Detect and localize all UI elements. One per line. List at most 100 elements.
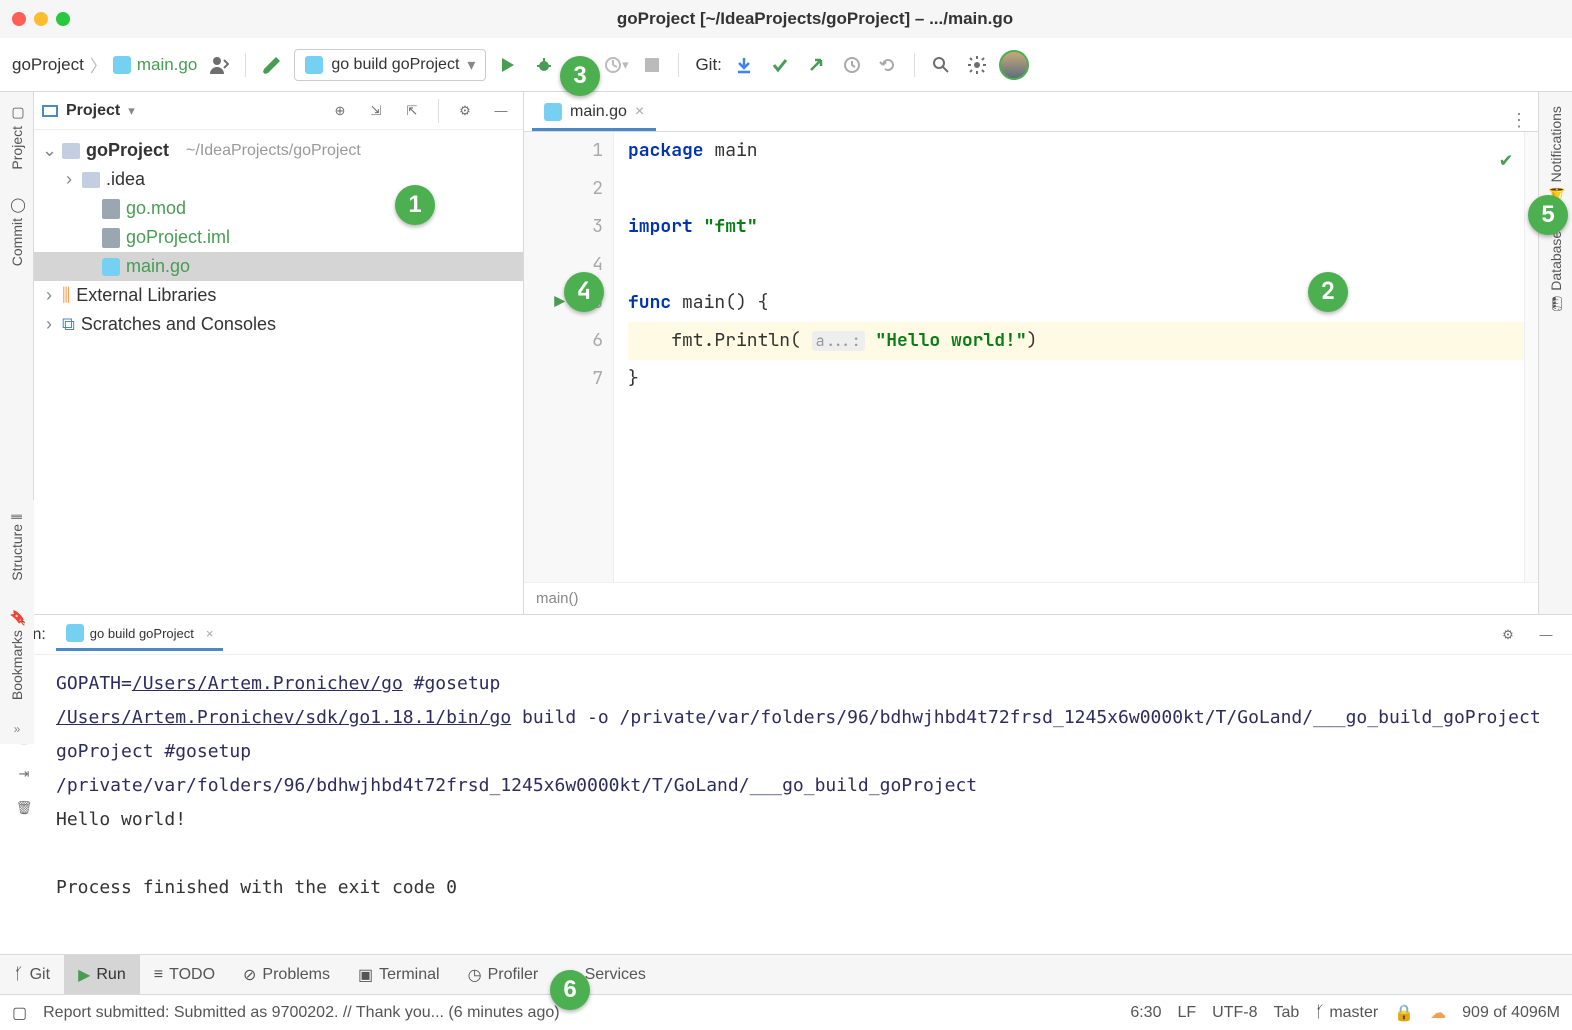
tree-gomod[interactable]: go.mod bbox=[34, 194, 523, 223]
git-history-button[interactable] bbox=[838, 51, 866, 79]
rail-database[interactable]: 🛢 Database bbox=[1546, 225, 1566, 319]
check-icon[interactable]: ✔ bbox=[1500, 140, 1512, 178]
close-icon[interactable]: × bbox=[206, 626, 214, 641]
divider bbox=[914, 53, 915, 77]
tree-iml[interactable]: goProject.iml bbox=[34, 223, 523, 252]
maximize-window[interactable] bbox=[56, 12, 70, 26]
file-icon bbox=[102, 228, 120, 248]
status-encoding[interactable]: UTF-8 bbox=[1212, 1004, 1257, 1022]
breadcrumb[interactable]: goProject 〉 main.go bbox=[12, 52, 197, 77]
exit-icon[interactable]: ⇥ bbox=[19, 766, 30, 782]
status-memory[interactable]: 909 of 4096M bbox=[1462, 1004, 1560, 1022]
breadcrumb-file[interactable]: main.go bbox=[137, 55, 197, 75]
tree-idea[interactable]: ›.idea bbox=[34, 165, 523, 194]
gopher-icon bbox=[66, 624, 84, 642]
gutter[interactable]: 1 2 3 4 ▶5 6 7 bbox=[524, 132, 614, 582]
git-commit-button[interactable] bbox=[766, 51, 794, 79]
status-branch[interactable]: ᚶ master bbox=[1315, 1004, 1378, 1022]
git-push-button[interactable] bbox=[802, 51, 830, 79]
navbar: goProject 〉 main.go go build goProject ▾… bbox=[0, 38, 1572, 92]
console-link[interactable]: /Users/Artem.Pronichev/sdk/go1.18.1/bin/… bbox=[56, 707, 511, 728]
run-body: ▶ 🔧 ■ ⇥ 🗑 GOPATH=/Users/Artem.Pronichev/… bbox=[0, 655, 1572, 954]
editor-tab-maingo[interactable]: main.go× bbox=[532, 95, 656, 131]
hide-icon[interactable]: — bbox=[487, 97, 515, 125]
search-button[interactable] bbox=[927, 51, 955, 79]
tree-root[interactable]: ⌄goProject ~/IdeaProjects/goProject bbox=[34, 136, 523, 165]
user-icon[interactable] bbox=[205, 51, 233, 79]
code-text[interactable]: package main import "fmt" func main() { … bbox=[614, 132, 1538, 582]
play-icon: ▶ bbox=[78, 965, 90, 985]
code-area[interactable]: 1 2 3 4 ▶5 6 7 package main import "fmt"… bbox=[524, 132, 1538, 582]
run-tab[interactable]: go build goProject× bbox=[56, 618, 224, 651]
build-button[interactable] bbox=[258, 51, 286, 79]
editor-breadcrumb[interactable]: main() bbox=[524, 582, 1538, 614]
folder-icon: ▢ bbox=[9, 106, 25, 122]
settings-button[interactable] bbox=[963, 51, 991, 79]
breadcrumb-sep: 〉 bbox=[90, 52, 107, 77]
debug-button[interactable] bbox=[530, 51, 558, 79]
status-position[interactable]: 6:30 bbox=[1130, 1004, 1161, 1022]
hide-icon[interactable]: — bbox=[1532, 621, 1560, 649]
window-controls bbox=[12, 12, 70, 26]
close-icon[interactable]: × bbox=[635, 103, 644, 121]
locate-icon[interactable]: ⊕ bbox=[326, 97, 354, 125]
rail-notifications[interactable]: 🔔 Notifications bbox=[1546, 100, 1566, 209]
right-rail: 🔔 Notifications 🛢 Database 5 bbox=[1538, 92, 1572, 614]
callout-1: 1 bbox=[395, 185, 435, 225]
more-icon[interactable]: ⋮ bbox=[1510, 110, 1528, 131]
tab-profiler[interactable]: ◷Profiler bbox=[454, 955, 553, 994]
profile-button[interactable]: ▾ bbox=[602, 51, 630, 79]
file-icon bbox=[102, 199, 120, 219]
sync-icon[interactable]: ☁ bbox=[1430, 1003, 1446, 1023]
tree-external-libs[interactable]: ›⫼External Libraries bbox=[34, 281, 523, 310]
status-indent[interactable]: Tab bbox=[1273, 1004, 1299, 1022]
tab-run[interactable]: ▶Run bbox=[64, 955, 140, 994]
console[interactable]: GOPATH=/Users/Artem.Pronichev/go #gosetu… bbox=[48, 655, 1572, 954]
rail-commit[interactable]: Commit ◯ bbox=[7, 192, 27, 272]
lock-icon[interactable]: 🔒 bbox=[1394, 1003, 1414, 1023]
stop-button[interactable] bbox=[638, 51, 666, 79]
dropdown-icon[interactable]: ▾ bbox=[128, 103, 135, 119]
expand-icon[interactable]: ⇲ bbox=[362, 97, 390, 125]
gear-icon[interactable]: ⚙ bbox=[451, 97, 479, 125]
tree-scratches[interactable]: ›⧉Scratches and Consoles bbox=[34, 310, 523, 339]
project-header: Project ▾ ⊕ ⇲ ⇱ ⚙ — bbox=[34, 92, 523, 130]
minimize-window[interactable] bbox=[34, 12, 48, 26]
divider bbox=[678, 53, 679, 77]
folder-icon bbox=[62, 143, 80, 159]
tree-maingo[interactable]: main.go bbox=[34, 252, 523, 281]
rail-project[interactable]: Project ▢ bbox=[7, 100, 27, 176]
callout-5: 5 bbox=[1528, 195, 1568, 235]
branch-icon: ᚶ bbox=[14, 966, 24, 984]
callout-4: 4 bbox=[564, 272, 604, 312]
editor: main.go× ⋮ 1 2 3 4 ▶5 6 7 package main i… bbox=[524, 92, 1538, 614]
rail-bookmarks[interactable]: Bookmarks 🔖 bbox=[7, 603, 27, 706]
git-pull-button[interactable] bbox=[730, 51, 758, 79]
git-rollback-button[interactable] bbox=[874, 51, 902, 79]
gopher-icon bbox=[544, 103, 562, 121]
tab-problems[interactable]: ⊘Problems bbox=[229, 955, 344, 994]
run-config-selector[interactable]: go build goProject ▾ bbox=[294, 49, 486, 81]
collapse-icon[interactable]: ⇱ bbox=[398, 97, 426, 125]
tab-todo[interactable]: ≡TODO bbox=[140, 955, 229, 994]
console-link[interactable]: /Users/Artem.Pronichev/go bbox=[132, 673, 403, 694]
breadcrumb-project[interactable]: goProject bbox=[12, 55, 84, 75]
user-avatar[interactable] bbox=[999, 50, 1029, 80]
rail-structure[interactable]: Structure ⫴ bbox=[7, 508, 27, 587]
status-window-icon[interactable]: ▢ bbox=[12, 1003, 27, 1023]
tab-terminal[interactable]: ▣Terminal bbox=[344, 955, 454, 994]
run-config-label: go build goProject bbox=[331, 56, 459, 74]
gear-icon[interactable]: ⚙ bbox=[1494, 621, 1522, 649]
titlebar: goProject [~/IdeaProjects/goProject] – .… bbox=[0, 0, 1572, 38]
project-title[interactable]: Project bbox=[66, 102, 120, 120]
run-panel: Run: go build goProject× ⚙ — ▶ 🔧 ■ ⇥ 🗑 G… bbox=[0, 614, 1572, 954]
close-window[interactable] bbox=[12, 12, 26, 26]
tab-git[interactable]: ᚶGit bbox=[0, 955, 64, 994]
run-button[interactable] bbox=[494, 51, 522, 79]
status-message: Report submitted: Submitted as 9700202. … bbox=[43, 1004, 559, 1022]
callout-2: 2 bbox=[1308, 272, 1348, 312]
status-lineending[interactable]: LF bbox=[1177, 1004, 1196, 1022]
gopher-icon bbox=[305, 56, 323, 74]
status-bar: ▢ Report submitted: Submitted as 9700202… bbox=[0, 994, 1572, 1030]
trash-icon[interactable]: 🗑 bbox=[16, 800, 33, 816]
